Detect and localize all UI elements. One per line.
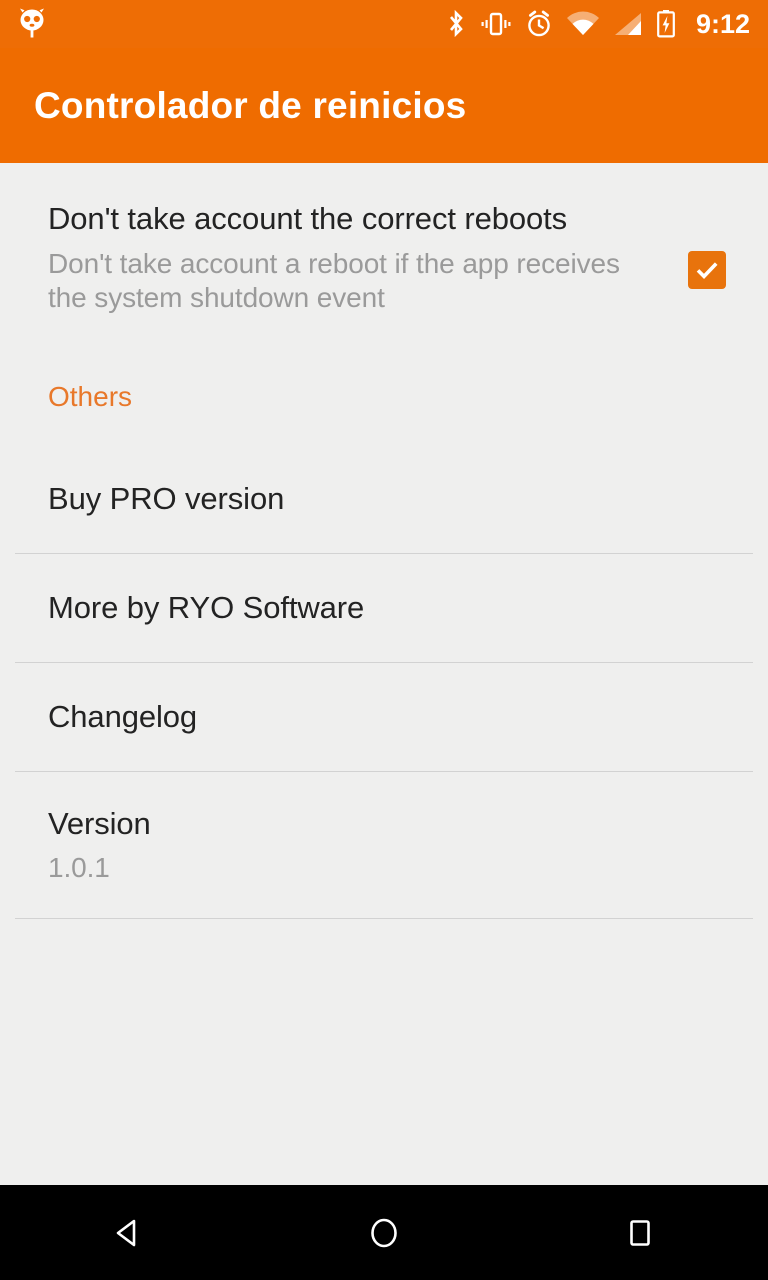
status-bar-system-icons: 9:12 — [445, 9, 750, 39]
pref-item-summary: 1.0.1 — [48, 852, 110, 884]
app-bar: Controlador de reinicios — [0, 48, 768, 163]
status-bar-notifications — [14, 4, 50, 45]
preferences-list: Don't take account the correct reboots D… — [0, 163, 768, 1185]
section-header-others: Others — [48, 380, 133, 412]
status-bar-clock: 9:12 — [695, 8, 750, 39]
battery-charging-icon — [656, 9, 676, 39]
nav-home-button[interactable] — [329, 1185, 439, 1280]
navigation-bar — [0, 1185, 768, 1280]
pref-item-buy-pro-version[interactable]: Buy PRO version — [0, 445, 768, 553]
pref-text-block: Don't take account the correct reboots D… — [48, 199, 688, 315]
list-divider — [15, 917, 753, 919]
phone-screen: 9:12 Controlador de reinicios Don't take… — [0, 0, 768, 1280]
pref-item-more-by-ryo-software[interactable]: More by RYO Software — [0, 554, 768, 662]
page-title: Controlador de reinicios — [34, 84, 467, 126]
status-bar: 9:12 — [0, 0, 768, 48]
pref-title: Don't take account the correct reboots — [48, 201, 568, 236]
cyanogenmod-head-icon — [14, 4, 50, 45]
vibrate-icon — [480, 10, 512, 38]
cellular-signal-icon — [613, 11, 643, 37]
home-icon — [362, 1211, 406, 1255]
pref-item-version[interactable]: Version 1.0.1 — [0, 772, 768, 918]
pref-item-changelog[interactable]: Changelog — [0, 663, 768, 771]
pref-item-title: Version — [48, 806, 151, 842]
wifi-icon — [566, 11, 600, 37]
nav-back-button[interactable] — [73, 1185, 183, 1280]
pref-item-title: Changelog — [48, 699, 198, 735]
bluetooth-icon — [445, 9, 467, 39]
checkmark-icon — [693, 256, 721, 284]
pref-summary: Don't take account a reboot if the app r… — [48, 247, 620, 313]
pref-dont-take-account-correct-reboots[interactable]: Don't take account the correct reboots D… — [0, 163, 768, 315]
recents-icon — [618, 1211, 662, 1255]
alarm-icon — [525, 9, 553, 39]
back-icon — [106, 1211, 150, 1255]
others-item-list: Buy PRO version More by RYO Software Cha… — [0, 445, 768, 919]
checkbox-dont-take-account[interactable] — [688, 251, 726, 289]
nav-recents-button[interactable] — [585, 1185, 695, 1280]
pref-item-title: More by RYO Software — [48, 590, 365, 626]
pref-item-title: Buy PRO version — [48, 481, 285, 517]
